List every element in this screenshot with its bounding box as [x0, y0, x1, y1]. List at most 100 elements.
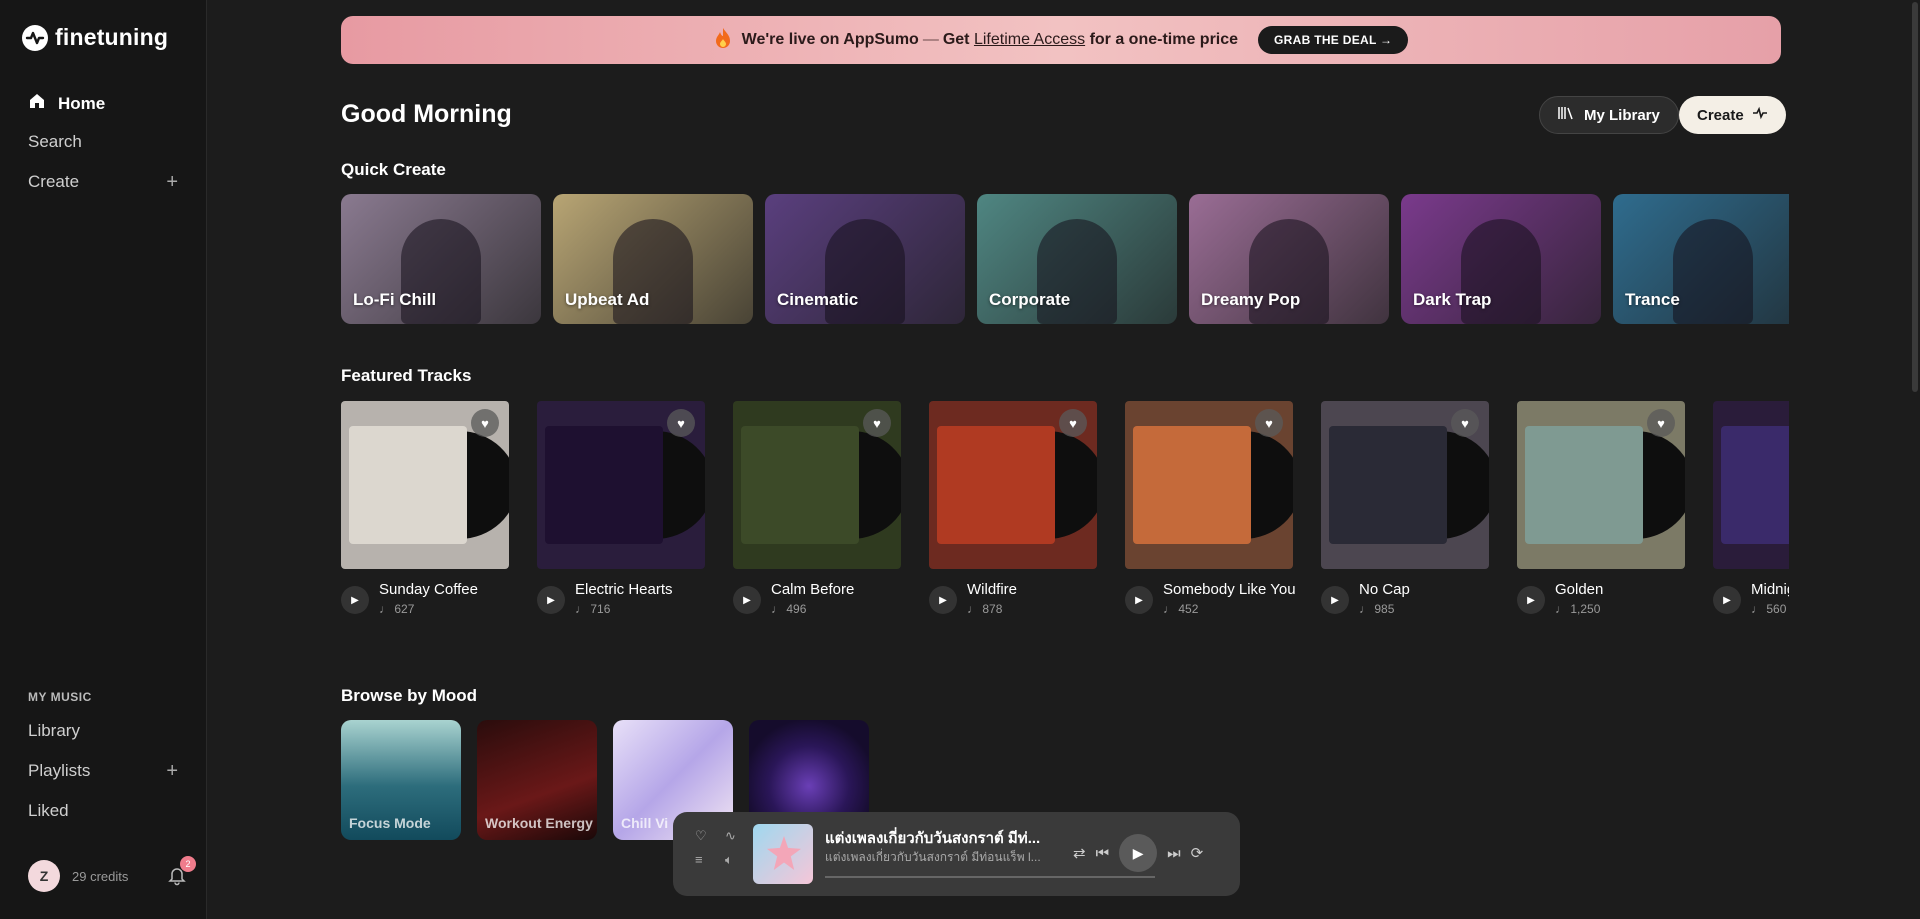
create-label: Create	[1697, 106, 1744, 124]
avatar[interactable]: Z	[28, 860, 60, 892]
waveform-icon[interactable]: ∿	[725, 828, 747, 844]
track-title[interactable]: Midnig	[1751, 581, 1789, 598]
play-button[interactable]: ▶	[1119, 834, 1158, 872]
shuffle-icon[interactable]: ⇄	[1073, 844, 1086, 862]
track-title[interactable]: Sunday Coffee	[379, 581, 478, 598]
nav-library[interactable]: Library	[28, 721, 80, 741]
music-note-icon: ♩	[575, 602, 587, 616]
heart-icon[interactable]: ♥	[1255, 409, 1283, 437]
play-icon[interactable]: ▶	[1517, 586, 1545, 614]
track-artwork[interactable]: ♥	[341, 401, 509, 569]
heart-icon[interactable]: ♥	[1647, 409, 1675, 437]
track-card[interactable]: ♥ ▶ Sunday Coffee ♩ 627	[341, 401, 509, 616]
quick-create-card[interactable]: Corporate	[977, 194, 1177, 324]
now-playing-subtitle: แต่งเพลงเกี่ยวกับวันสงกราต์ มีท่อนแร็พ l…	[825, 850, 1041, 864]
track-card[interactable]: ♥ ▶ Calm Before ♩ 496	[733, 401, 901, 616]
nav-create[interactable]: Create	[28, 172, 180, 192]
track-artwork[interactable]: ♥	[929, 401, 1097, 569]
heart-icon[interactable]: ♥	[863, 409, 891, 437]
quick-create-card[interactable]: Dreamy Pop	[1189, 194, 1389, 324]
repeat-icon[interactable]: ⟳	[1191, 844, 1204, 862]
quick-create-label: Dark Trap	[1413, 290, 1492, 309]
account[interactable]: Z 29 credits	[28, 860, 128, 892]
track-title[interactable]: Wildfire	[967, 581, 1017, 598]
quick-create-label: Dreamy Pop	[1201, 290, 1301, 309]
banner-text-c: for a one-time price	[1089, 31, 1239, 48]
play-icon[interactable]: ▶	[733, 586, 761, 614]
banner-dash: —	[922, 31, 939, 48]
album-cover	[545, 426, 663, 544]
heart-icon[interactable]: ♥	[667, 409, 695, 437]
track-artwork[interactable]: ♥	[1321, 401, 1489, 569]
queue-icon[interactable]: ≡	[695, 852, 717, 868]
previous-icon[interactable]: ⏮︎	[1096, 845, 1110, 862]
page-title: Good Morning	[341, 100, 512, 128]
track-card[interactable]: ♥ ▶ Electric Hearts ♩ 716	[537, 401, 705, 616]
play-icon[interactable]: ▶	[1125, 586, 1153, 614]
heart-icon[interactable]: ♥	[471, 409, 499, 437]
now-playing-thumbnail[interactable]	[753, 824, 813, 884]
mood-card[interactable]: Workout Energy	[477, 720, 597, 840]
play-icon[interactable]: ▶	[929, 586, 957, 614]
my-library-label: My Library	[1584, 106, 1660, 124]
nav-liked-label: Liked	[28, 801, 69, 820]
nav-liked[interactable]: Liked	[28, 801, 69, 821]
promo-banner: We're live on AppSumo — Get Lifetime Acces…	[341, 16, 1781, 64]
track-title[interactable]: Somebody Like You	[1163, 581, 1296, 598]
create-button[interactable]: Create	[1679, 96, 1786, 134]
play-count: 985	[1374, 602, 1395, 616]
create-plus-icon[interactable]: +	[166, 172, 178, 192]
track-title[interactable]: No Cap	[1359, 581, 1410, 598]
track-card[interactable]: ♥ ▶ Golden ♩ 1,250	[1517, 401, 1685, 616]
track-card[interactable]: ♥ ▶ No Cap ♩ 985	[1321, 401, 1489, 616]
quick-create-card[interactable]: Upbeat Ad	[553, 194, 753, 324]
like-icon[interactable]: ♡	[695, 828, 717, 844]
track-artwork[interactable]: ♥	[1517, 401, 1685, 569]
quick-create-card[interactable]: Trance	[1613, 194, 1789, 324]
track-card[interactable]: ♥ ▶ Wildfire ♩ 878	[929, 401, 1097, 616]
quick-create-carousel: Lo-Fi Chill Upbeat Ad Cinematic Corporat…	[341, 194, 1789, 324]
track-artwork[interactable]: ♥	[1713, 401, 1789, 569]
quick-create-card[interactable]: Dark Trap	[1401, 194, 1601, 324]
play-icon[interactable]: ▶	[537, 586, 565, 614]
progress-bar[interactable]	[825, 876, 1155, 878]
track-artwork[interactable]: ♥	[733, 401, 901, 569]
track-card[interactable]: ♥ ▶ Midnig ♩ 560	[1713, 401, 1789, 616]
nav-search[interactable]: Search	[28, 132, 82, 152]
artist-silhouette	[1673, 219, 1753, 324]
volume-icon[interactable]: 🔈︎	[725, 852, 747, 868]
my-music-label: MY MUSIC	[28, 690, 92, 704]
logo[interactable]: finetuning	[22, 24, 168, 51]
mini-player: ♡ ∿ ≡ 🔈︎ แต่งเพลงเกี่ยวกับวันสงกราต์ มีท…	[673, 812, 1240, 896]
add-playlist-plus-icon[interactable]: +	[166, 761, 178, 781]
heart-icon[interactable]: ♥	[1451, 409, 1479, 437]
track-title[interactable]: Electric Hearts	[575, 581, 673, 598]
nav-playlists[interactable]: Playlists	[28, 761, 90, 781]
next-icon[interactable]: ⏭︎	[1167, 845, 1181, 862]
heart-icon[interactable]: ♥	[1059, 409, 1087, 437]
track-card[interactable]: ♥ ▶ Somebody Like You ♩ 452	[1125, 401, 1296, 616]
play-icon[interactable]: ▶	[341, 586, 369, 614]
track-artwork[interactable]: ♥	[537, 401, 705, 569]
banner-link[interactable]: Lifetime Access	[974, 31, 1085, 48]
my-library-button[interactable]: My Library	[1539, 96, 1679, 134]
album-cover	[741, 426, 859, 544]
scrollbar[interactable]	[1912, 2, 1918, 392]
play-count: 452	[1178, 602, 1199, 616]
waveform-logo-icon	[22, 24, 48, 51]
album-cover	[1329, 426, 1447, 544]
play-icon[interactable]: ▶	[1321, 586, 1349, 614]
mood-card[interactable]: Focus Mode	[341, 720, 461, 840]
play-count: 496	[786, 602, 807, 616]
nav-home[interactable]: Home	[28, 92, 105, 115]
track-artwork[interactable]: ♥	[1125, 401, 1293, 569]
quick-create-card[interactable]: Cinematic	[765, 194, 965, 324]
track-title[interactable]: Golden	[1555, 581, 1603, 598]
grab-deal-button[interactable]: GRAB THE DEAL →	[1258, 26, 1409, 54]
track-title[interactable]: Calm Before	[771, 581, 854, 598]
play-icon[interactable]: ▶	[1713, 586, 1741, 614]
quick-create-card[interactable]: Lo-Fi Chill	[341, 194, 541, 324]
play-count: 560	[1766, 602, 1787, 616]
quick-create-title: Quick Create	[341, 160, 446, 179]
nav-create-label: Create	[28, 172, 80, 191]
